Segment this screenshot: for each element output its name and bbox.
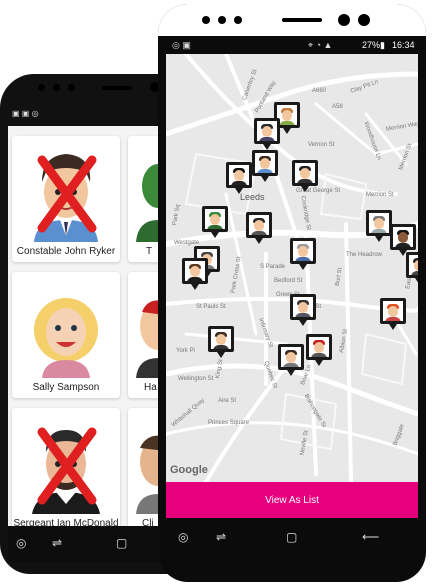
street-label: Aire St bbox=[218, 398, 237, 404]
character-name: Cli bbox=[142, 518, 154, 526]
map-marker[interactable] bbox=[254, 118, 280, 150]
street-label: S Parade bbox=[260, 264, 286, 270]
street-label: Bedford St bbox=[274, 278, 303, 284]
map-marker[interactable] bbox=[246, 212, 272, 244]
recents-icon[interactable]: ◎ bbox=[16, 536, 26, 550]
back-icon[interactable]: ⟵ bbox=[362, 530, 379, 544]
character-name: Ha bbox=[144, 382, 157, 393]
street-label: Merrion St bbox=[366, 192, 394, 198]
notification-icons: ◎ ▣ bbox=[172, 40, 191, 50]
map-marker[interactable] bbox=[208, 326, 234, 358]
map-marker[interactable] bbox=[290, 238, 316, 270]
character-name: Sergeant Ian McDonald bbox=[13, 518, 119, 526]
map-marker[interactable] bbox=[226, 162, 252, 194]
list-item[interactable]: Sally Sampson bbox=[12, 272, 120, 398]
character-avatar bbox=[32, 427, 100, 514]
character-avatar bbox=[34, 154, 98, 242]
street-label: Vernon St bbox=[308, 142, 335, 148]
list-item[interactable]: Constable John Ryker bbox=[12, 136, 120, 262]
phone-sensors bbox=[158, 4, 426, 36]
map-marker[interactable] bbox=[366, 210, 392, 242]
home-icon[interactable]: ▢ bbox=[286, 530, 297, 544]
map-marker[interactable] bbox=[182, 258, 208, 290]
map-view[interactable]: Calverley St Portland Way A660 A58 Clay … bbox=[166, 54, 418, 482]
phone-front: ◎ ▣ ⌖ ◔ ▲ 27% ▮ 16:34 Calverley St Portl… bbox=[158, 4, 426, 582]
character-name: T bbox=[146, 246, 153, 257]
street-label: Wellington St bbox=[178, 376, 214, 382]
map-marker[interactable] bbox=[252, 150, 278, 182]
map-marker[interactable] bbox=[306, 334, 332, 366]
clock: 16:34 bbox=[392, 40, 415, 50]
street-label: Princes Square bbox=[208, 420, 250, 426]
map-marker[interactable] bbox=[202, 206, 228, 238]
city-label: Leeds bbox=[240, 192, 265, 202]
street-label: St Pauls St bbox=[196, 304, 226, 310]
character-avatar bbox=[34, 298, 98, 378]
navigation-bar: ◎ ⇌ ▢ ⟵ bbox=[166, 518, 418, 558]
battery-icon: ▮ bbox=[380, 40, 385, 50]
overview-icon[interactable]: ⇌ bbox=[216, 530, 226, 544]
google-attribution: Google bbox=[170, 464, 208, 476]
map-marker[interactable] bbox=[278, 344, 304, 376]
character-name: Constable John Ryker bbox=[16, 246, 116, 257]
map-marker[interactable] bbox=[406, 252, 418, 284]
list-item[interactable]: Sergeant Ian McDonald bbox=[12, 408, 120, 526]
home-icon[interactable]: ▢ bbox=[116, 536, 127, 550]
map-marker[interactable] bbox=[292, 160, 318, 192]
battery-level: 27% bbox=[362, 40, 381, 50]
map-marker[interactable] bbox=[390, 224, 416, 256]
view-as-list-button[interactable]: View As List bbox=[166, 482, 418, 518]
character-name: Sally Sampson bbox=[32, 382, 100, 393]
status-bar: ◎ ▣ ⌖ ◔ ▲ 27% ▮ 16:34 bbox=[166, 36, 418, 54]
map-marker[interactable] bbox=[380, 298, 406, 330]
recents-icon[interactable]: ◎ bbox=[178, 530, 188, 544]
street-label: The Headrow bbox=[346, 252, 383, 258]
street-label: A660 bbox=[312, 88, 327, 94]
map-marker[interactable] bbox=[290, 294, 316, 326]
street-label: A58 bbox=[332, 104, 343, 110]
signal-icons: ⌖ ◔ ▲ bbox=[308, 40, 333, 50]
street-label: York Pl bbox=[176, 348, 195, 354]
back-icon[interactable]: ⇌ bbox=[52, 536, 62, 550]
